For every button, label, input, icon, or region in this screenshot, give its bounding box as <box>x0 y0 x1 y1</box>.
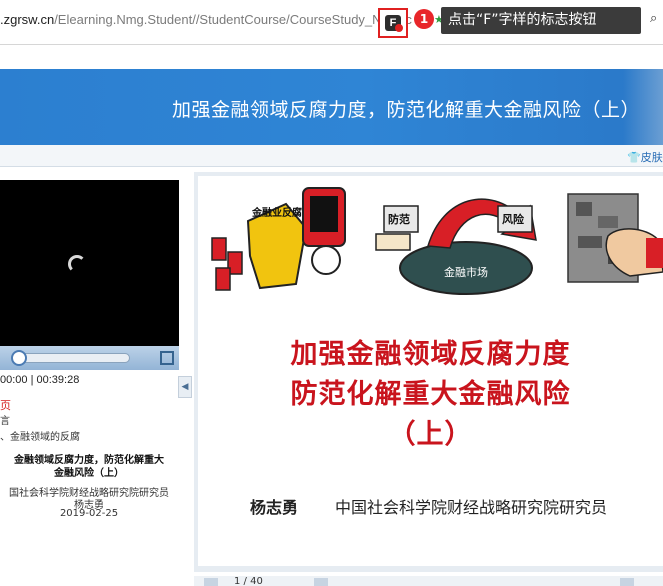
instruction-tooltip: 点击“F”字样的标志按钮 <box>441 7 641 34</box>
slide-title-line3: （上） <box>388 419 473 450</box>
search-icon[interactable]: ⌕ <box>650 11 657 26</box>
prev-page-button[interactable] <box>204 578 218 586</box>
page-indicator: 1 / 40 <box>234 576 263 586</box>
course-title: 加强金融领域反腐力度，防范化解重大金融风险（上） <box>172 99 641 121</box>
seek-knob[interactable] <box>11 350 27 366</box>
slide-author: 杨志勇 <box>250 498 299 517</box>
lesson-item-current[interactable]: 页 <box>0 397 11 413</box>
time-readout: 00:00 | 00:39:28 <box>0 374 80 386</box>
extension-badge-dot <box>395 24 403 32</box>
slide-illustration: 金融业反腐 防范 风险 金融市场 <box>198 176 663 298</box>
lesson-title: 金融领域反腐力度，防范化解重大 金融风险（上） <box>0 454 178 480</box>
seek-bar[interactable] <box>14 353 130 363</box>
loading-spinner-icon <box>68 255 86 273</box>
lesson-title-line2: 金融风险（上） <box>54 468 124 479</box>
slide-title-line1: 加强金融领域反腐力度 <box>290 339 571 370</box>
fullscreen-icon[interactable] <box>160 351 174 365</box>
address-bar[interactable]: .zgrsw.cn/Elearning.Nmg.Student//Student… <box>0 0 663 44</box>
slide-pager: 1 / 40 <box>194 576 663 586</box>
course-banner: 加强金融领域反腐力度，防范化解重大金融风险（上） <box>0 69 663 145</box>
step-number-badge: 1 <box>414 9 434 29</box>
lecture-slide: 金融业反腐 防范 风险 金融市场 加强金融领域反腐力度 防范化解重大金融风险 （… <box>198 176 663 566</box>
illus-label-1: 金融业反腐 <box>251 206 302 219</box>
banner-decoration <box>623 69 663 145</box>
illus-label-3: 风险 <box>502 212 525 226</box>
illus-label-4: 金融市场 <box>444 265 488 279</box>
slide-title-line2: 防范化解重大金融风险 <box>290 379 571 410</box>
lesson-title-line1: 金融领域反腐力度，防范化解重大 <box>14 455 164 466</box>
page: .zgrsw.cn/Elearning.Nmg.Student//Student… <box>0 0 663 586</box>
url-text[interactable]: .zgrsw.cn/Elearning.Nmg.Student//Student… <box>0 12 412 27</box>
url-domain: .zgrsw.cn <box>0 12 55 27</box>
page-top-gap <box>0 45 663 69</box>
lesson-item[interactable]: 、金融领域的反腐 <box>0 428 80 443</box>
skin-link-label: 皮肤 <box>640 151 663 164</box>
next-page-button[interactable] <box>314 578 328 586</box>
chevron-left-icon: ◀ <box>181 382 189 392</box>
collapse-sidebar-button[interactable]: ◀ <box>178 376 192 398</box>
last-page-button[interactable] <box>620 578 634 586</box>
extension-button[interactable]: F <box>378 8 408 38</box>
course-toolbar: 👕皮肤 <box>0 145 663 167</box>
illus-label-2: 防范 <box>388 212 410 226</box>
lesson-item[interactable]: 言 <box>0 412 10 427</box>
video-player[interactable] <box>0 180 179 370</box>
lesson-date: 2019-02-25 <box>59 508 119 519</box>
player-controls <box>0 346 179 370</box>
slide-organization: 中国社会科学院财经战略研究院研究员 <box>335 498 608 517</box>
url-path: /Elearning.Nmg.Student//StudentCourse/Co… <box>54 12 412 27</box>
shirt-icon: 👕 <box>627 151 641 164</box>
skin-link[interactable]: 👕皮肤 <box>627 149 663 165</box>
